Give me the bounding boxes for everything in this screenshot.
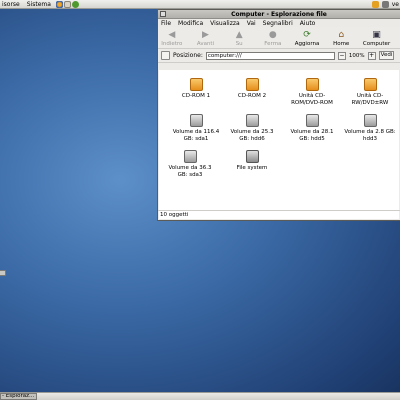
file-item[interactable]: Unità CD-ROM/DVD-ROM — [285, 78, 339, 107]
view-as-button[interactable]: Vedi — [378, 51, 395, 60]
location-bar: Posizione: computer:/// − 100% + Vedi — [158, 49, 400, 63]
cdrom-icon — [189, 78, 203, 91]
home-icon: ⌂ — [338, 29, 345, 40]
volume-icon[interactable] — [381, 1, 389, 8]
harddisk-icon — [305, 114, 319, 127]
location-label: Posizione: — [173, 52, 203, 59]
menu-aiuto[interactable]: Aiuto — [300, 20, 316, 27]
file-item[interactable]: Volume da 36.3 GB: sda3 — [163, 150, 217, 179]
zoom-level[interactable]: 100% — [349, 53, 365, 59]
desktop-handle[interactable] — [0, 270, 6, 276]
icon-view[interactable]: CD-ROM 1 CD-ROM 2 Unità CD-ROM/DVD-ROM U… — [159, 70, 399, 219]
firefox-icon[interactable] — [55, 0, 63, 8]
cdrom-icon — [245, 78, 259, 91]
menu-risorse[interactable]: isorse — [2, 1, 20, 8]
forward-arrow-icon: ▶ — [202, 29, 209, 40]
zoom-in-button[interactable]: + — [367, 51, 376, 60]
cdrom-icon — [305, 78, 319, 91]
back-button[interactable]: ◀ Indietro — [160, 29, 184, 48]
home-button[interactable]: ⌂ Home — [329, 29, 353, 48]
menu-visualizza[interactable]: Visualizza — [210, 20, 240, 27]
menu-modifica[interactable]: Modifica — [178, 20, 203, 27]
file-item[interactable]: CD-ROM 1 — [169, 78, 223, 100]
toolbar: ◀ Indietro ▶ Avanti ▲ Su ● Ferma ⟳ Aggiorna ⌂… — [158, 27, 400, 49]
file-item[interactable]: Volume da 2.8 GB: hdd3 — [343, 114, 397, 143]
menu-segnalibri[interactable]: Segnalibri — [263, 20, 293, 27]
file-item[interactable]: File system — [225, 150, 279, 172]
computer-icon: ▣ — [372, 29, 381, 40]
taskbar-button[interactable]: - Esploraz... — [0, 393, 37, 400]
update-icon[interactable] — [371, 1, 379, 8]
menubar: File Modifica Visualizza Vai Segnalibri … — [158, 19, 400, 27]
back-arrow-icon: ◀ — [168, 29, 176, 40]
forward-button[interactable]: ▶ Avanti — [194, 29, 218, 48]
user-label[interactable]: ve — [392, 1, 399, 8]
location-toggle-icon[interactable] — [161, 51, 170, 60]
file-item[interactable]: Volume da 116.4 GB: sda1 — [169, 114, 223, 143]
stop-icon: ● — [268, 29, 277, 40]
cdrom-icon — [363, 78, 377, 91]
file-manager-window: Computer - Esplorazione file File Modifi… — [157, 9, 400, 221]
menu-file[interactable]: File — [161, 20, 171, 27]
reload-icon: ⟳ — [303, 29, 311, 40]
zoom-out-button[interactable]: − — [337, 51, 346, 60]
top-panel: isorse Sistema ve — [0, 0, 400, 9]
location-input[interactable]: computer:/// — [205, 51, 335, 60]
tray: ve — [371, 0, 400, 9]
stop-button[interactable]: ● Ferma — [261, 29, 285, 48]
help-icon[interactable] — [71, 0, 79, 8]
file-item[interactable]: Unità CD-RW/DVD±RW — [343, 78, 397, 107]
mail-icon[interactable] — [63, 0, 71, 8]
status-bar: 10 oggetti — [158, 210, 400, 220]
titlebar[interactable]: Computer - Esplorazione file — [158, 10, 400, 19]
bottom-panel: - Esploraz... — [0, 392, 400, 400]
file-item[interactable]: Volume da 28.1 GB: hdd5 — [285, 114, 339, 143]
harddisk-icon — [245, 114, 259, 127]
harddisk-icon — [183, 150, 197, 163]
up-arrow-icon: ▲ — [235, 29, 243, 40]
up-button[interactable]: ▲ Su — [227, 29, 251, 48]
window-title: Computer - Esplorazione file — [231, 10, 327, 18]
file-item[interactable]: Volume da 25.3 GB: hdd6 — [225, 114, 279, 143]
file-item[interactable]: CD-ROM 2 — [225, 78, 279, 100]
menu-vai[interactable]: Vai — [247, 20, 256, 27]
computer-button[interactable]: ▣ Computer — [363, 29, 390, 48]
harddisk-icon — [363, 114, 377, 127]
filesystem-icon — [245, 150, 259, 163]
reload-button[interactable]: ⟳ Aggiorna — [295, 29, 320, 48]
menu-sistema[interactable]: Sistema — [27, 1, 51, 8]
harddisk-icon — [189, 114, 203, 127]
